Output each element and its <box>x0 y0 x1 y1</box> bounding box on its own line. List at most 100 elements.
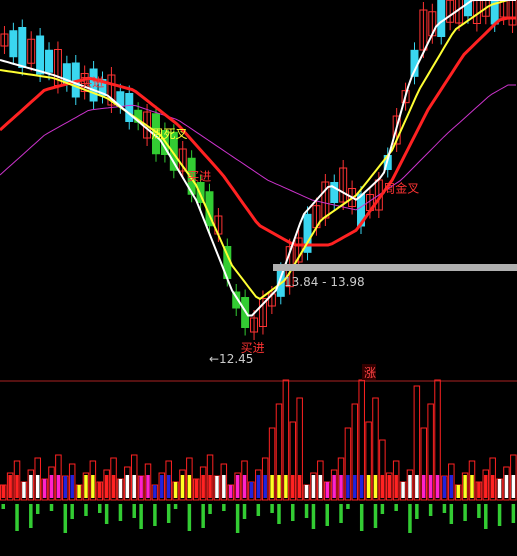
indicator-neg-bar <box>139 504 143 529</box>
indicator-neg-bar <box>118 504 123 521</box>
indicator-bar-fill <box>325 482 329 498</box>
indicator-neg-bar <box>339 504 343 523</box>
indicator-bar-fill <box>339 475 343 498</box>
indicator-bar-fill <box>228 485 233 498</box>
stock-chart: 13.84 - 13.98 ←12.45 涨 买进周死叉买进买进周金叉 <box>0 0 517 556</box>
indicator-neg-bar <box>1 504 5 509</box>
indicator-bar-fill <box>56 475 61 498</box>
indicator-neg-bar <box>497 504 502 526</box>
indicator-bar-fill <box>49 475 54 498</box>
indicator-neg-bar <box>222 504 226 511</box>
indicator-bar-fill <box>173 482 178 498</box>
indicator-neg-bar <box>235 504 240 533</box>
indicator-neg-bar <box>304 504 309 518</box>
indicator-neg-bar <box>153 504 157 526</box>
indicator-bar-fill <box>153 485 157 498</box>
indicator-neg-bar <box>256 504 261 516</box>
indicator-neg-bar <box>132 504 136 518</box>
indicator-bar-fill <box>359 475 364 498</box>
indicator-bar-fill <box>111 475 116 498</box>
signal-annotation: 买进 <box>241 341 265 355</box>
candle-body <box>18 27 27 68</box>
indicator-bar-fill <box>442 476 447 498</box>
indicator-neg-bar <box>70 504 74 519</box>
indicator-bar-fill <box>249 482 254 498</box>
indicator-neg-bar <box>270 504 274 513</box>
indicator-bar-fill <box>470 475 474 498</box>
indicator-neg-bar <box>49 504 54 511</box>
indicator-bar-fill <box>201 475 205 498</box>
indicator-neg-bar <box>484 504 488 529</box>
indicator-neg-bar <box>63 504 68 533</box>
indicator-neg-bar <box>187 504 192 531</box>
indicator-neg-bar <box>291 504 295 521</box>
indicator-bar-fill <box>22 482 26 498</box>
indicator-neg-bar <box>242 504 247 519</box>
indicator-bar-fill <box>484 475 488 498</box>
indicator-bar-fill <box>91 475 95 498</box>
indicator-bar-fill <box>456 485 460 498</box>
indicator-neg-bar <box>442 504 447 513</box>
indicator-bar-fill <box>463 475 467 498</box>
indicator-neg-bar <box>511 504 516 523</box>
indicator-neg-bar <box>477 504 481 518</box>
indicator-bar-fill <box>284 475 288 498</box>
indicator-bar-fill <box>311 475 316 498</box>
indicator-bar-fill <box>125 475 130 498</box>
indicator-neg-bar <box>35 504 40 514</box>
indicator-bar-fill <box>63 476 68 498</box>
indicator-bar-fill <box>435 475 440 498</box>
indicator-bar-fill <box>477 482 481 498</box>
indicator-bar-fill <box>29 475 33 498</box>
indicator-bar-fill <box>77 485 81 498</box>
indicator-neg-bar <box>104 504 109 524</box>
indicator-neg-bar <box>463 504 467 521</box>
indicator-bar-fill <box>270 475 274 498</box>
candle-body <box>9 30 18 58</box>
indicator-bar-fill <box>428 475 433 498</box>
indicator-bar-fill <box>208 475 212 498</box>
price-range-label: 13.84 - 13.98 <box>284 275 365 289</box>
indicator-bar-fill <box>373 475 378 498</box>
indicator-neg-bar <box>84 504 88 516</box>
indicator-bar-fill <box>139 476 143 498</box>
signal-annotation: 买进 <box>187 169 211 183</box>
indicator-bar-fill <box>291 475 295 498</box>
signal-annotation: 周金叉 <box>383 181 419 196</box>
indicator-bar-fill <box>235 475 240 498</box>
indicator-bar-fill <box>70 475 74 498</box>
indicator-neg-bar <box>277 504 281 524</box>
indicator-bar-fill <box>35 475 40 498</box>
indicator-bar-fill <box>504 475 509 498</box>
indicator-bar-fill <box>490 475 495 498</box>
indicator-bar-fill <box>415 475 419 498</box>
indicator-bar-fill <box>387 475 392 498</box>
candle-body <box>125 93 134 122</box>
indicator-bar-fill <box>42 479 47 498</box>
candle-body <box>437 0 446 37</box>
indicator-bar-fill <box>215 476 219 498</box>
indicator-neg-bar <box>380 504 385 514</box>
indicator-bar-fill <box>277 475 281 498</box>
indicator-bar-fill <box>421 475 426 498</box>
indicator-neg-bar <box>394 504 398 511</box>
indicator-bar-fill <box>118 479 123 498</box>
signal-annotation: 周死叉 <box>152 127 188 141</box>
indicator-neg-bar <box>408 504 412 533</box>
indicator-bar-fill <box>242 475 247 498</box>
indicator-neg-bar <box>373 504 378 528</box>
price-range-band <box>273 264 517 271</box>
indicator-bar-fill <box>256 475 261 498</box>
indicator-bar-fill <box>366 475 371 498</box>
indicator-bar-fill <box>394 475 398 498</box>
indicator-neg-bar <box>15 504 19 531</box>
indicator-bar-fill <box>104 475 109 498</box>
candle-body <box>45 49 54 73</box>
indicator-neg-bar <box>428 504 433 516</box>
indicator-bar-fill <box>408 475 412 498</box>
indicator-neg-bar <box>98 504 102 513</box>
indicator-bar-fill <box>449 475 454 498</box>
indicator-bar-fill <box>187 475 192 498</box>
indicator-neg-bar <box>166 504 171 523</box>
indicator-bar-fill <box>297 475 302 498</box>
